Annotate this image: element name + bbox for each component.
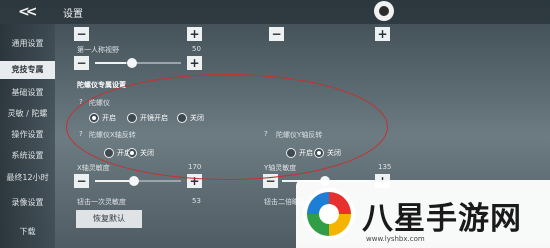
page-title: 设置 [63, 9, 83, 20]
minus-button-partial[interactable]: − [74, 27, 89, 41]
back-button[interactable]: << [18, 3, 46, 21]
sidebar-item-sensitivity-gyro[interactable]: 灵敏 / 陀螺 [0, 105, 55, 123]
plus-button-partial-right[interactable]: + [375, 27, 390, 41]
sidebar-item-competitive[interactable]: 竞技专属 [0, 61, 55, 79]
sidebar-item-final-12h[interactable]: 最终12小时 [0, 169, 55, 187]
avatar-icon[interactable] [374, 1, 394, 21]
fpp-label: 第一人称视野 [77, 46, 119, 54]
fpp-slider-knob[interactable] [127, 58, 137, 68]
sidebar-item-system[interactable]: 系统设置 [0, 147, 55, 165]
x-axis-slider[interactable] [95, 176, 181, 186]
fpp-plus-button[interactable]: + [187, 56, 202, 70]
x-axis-slider-knob[interactable] [129, 176, 139, 186]
x-axis-slider-fill [95, 180, 130, 182]
fpp-slider-fill [95, 62, 126, 64]
plus-button-partial[interactable]: + [187, 27, 202, 41]
top-bar: << 设置 [0, 0, 550, 24]
y-axis-value: 135 [378, 163, 392, 171]
sidebar-item-replay[interactable]: 录像设置 [0, 194, 55, 212]
watermark-logo [303, 188, 355, 240]
fpp-slider[interactable] [95, 58, 181, 68]
fire-sensitivity-value: 53 [192, 197, 201, 205]
sidebar-item-download[interactable]: 下载 [0, 223, 55, 241]
fpp-minus-button[interactable]: − [74, 56, 89, 70]
x-axis-minus-button[interactable]: − [74, 174, 89, 188]
watermark-url: www.lyshbx.com [366, 235, 425, 243]
highlight-circle [66, 74, 388, 180]
reset-default-button[interactable]: 恢复默认 [76, 210, 142, 228]
x-axis-label: X轴灵敏度 [77, 164, 110, 172]
sidebar-item-controls[interactable]: 操作设置 [0, 126, 55, 144]
watermark-text: 八星手游网 [362, 201, 522, 237]
sidebar-item-general[interactable]: 通用设置 [0, 35, 55, 53]
fire-sensitivity-label: 钮击一次灵敏度 [77, 198, 126, 206]
sidebar-item-basic[interactable]: 基础设置 [0, 84, 55, 102]
double-chevron-left-icon: << [18, 4, 38, 20]
sidebar: 通用设置 竞技专属 基础设置 灵敏 / 陀螺 操作设置 系统设置 最终12小时 … [0, 24, 55, 248]
fpp-value: 50 [192, 45, 201, 53]
minus-button-partial-right[interactable]: − [269, 27, 284, 41]
